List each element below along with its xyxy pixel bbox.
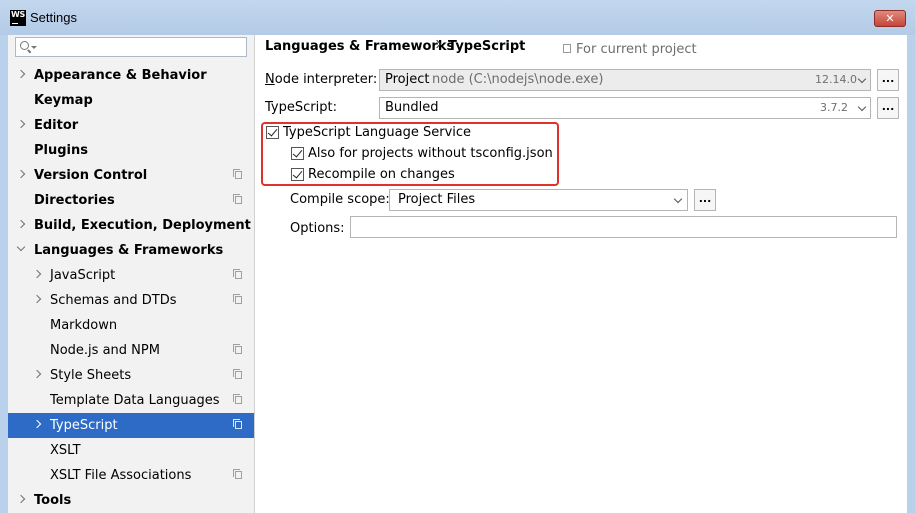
sidebar-item-version-control[interactable]: Version Control [8,163,254,188]
sidebar-item-build-execution-deployment[interactable]: Build, Execution, Deployment [8,213,254,238]
node-interpreter-label: Node interpreter: [265,72,378,87]
chevron-right-icon[interactable] [16,494,26,504]
sidebar-item-directories[interactable]: Directories [8,188,254,213]
options-input[interactable] [350,216,897,238]
breadcrumb-parent[interactable]: Languages & Frameworks [265,39,454,54]
options-label: Options: [290,221,345,236]
typescript-version-select[interactable]: Bundled 3.7.2 [379,97,871,119]
sidebar-item-label: Template Data Languages [50,393,220,408]
sidebar-item-label: Editor [34,118,79,133]
chevron-right-icon[interactable] [32,294,42,304]
sidebar-item-label: XSLT [50,443,81,458]
project-scope-icon [233,169,242,179]
node-interpreter-browse-button[interactable]: ... [877,69,899,91]
sidebar-item-markdown[interactable]: Markdown [8,313,254,338]
sidebar-item-label: Version Control [34,168,148,183]
project-scope-icon [233,294,242,304]
compile-scope-label: Compile scope: [290,192,390,207]
sidebar-item-label: Style Sheets [50,368,132,383]
chevron-right-icon[interactable] [16,69,26,79]
chevron-right-icon[interactable] [32,419,42,429]
settings-sidebar: Appearance & Behavior Keymap Editor Plugins… [8,35,255,513]
sidebar-item-label: Directories [34,193,115,208]
typescript-version: 3.7.2 [820,101,848,114]
sidebar-item-label: JavaScript [50,268,116,283]
search-options-chevron-icon[interactable] [31,46,37,49]
compile-scope-value: Project Files [398,192,476,207]
typescript-value: Bundled [385,100,439,115]
sidebar-item-appearance-behavior[interactable]: Appearance & Behavior [8,63,254,88]
sidebar-item-label: Schemas and DTDs [50,293,177,308]
sidebar-item-template-data-languages[interactable]: Template Data Languages [8,388,254,413]
search-icon [20,41,29,50]
sidebar-item-tools[interactable]: Tools [8,488,254,513]
annotation-highlight-box [261,122,559,186]
project-scope-icon [233,369,242,379]
interpreter-path: node (C:\nodejs\node.exe) [432,72,604,87]
sidebar-item-plugins[interactable]: Plugins [8,138,254,163]
project-scope-icon [233,419,242,429]
sidebar-item-style-sheets[interactable]: Style Sheets [8,363,254,388]
typescript-settings-panel: Languages & Frameworks TypeScript For cu… [255,35,907,513]
node-interpreter-select[interactable]: Project node (C:\nodejs\node.exe) 12.14.… [379,69,871,91]
settings-window: WS Settings ✕ Appearance & Behavior Keyma… [0,0,915,513]
typescript-label: TypeScript: [265,100,337,115]
chevron-right-icon[interactable] [16,169,26,179]
sidebar-item-schemas-and-dtds[interactable]: Schemas and DTDs [8,288,254,313]
compile-scope-select[interactable]: Project Files [389,189,688,211]
breadcrumb-current: TypeScript [448,39,526,54]
sidebar-item-node-js-and-npm[interactable]: Node.js and NPM [8,338,254,363]
chevron-down-icon [857,102,867,112]
scope-note: For current project [576,42,697,57]
chevron-right-icon[interactable] [32,269,42,279]
chevron-right-icon[interactable] [32,369,42,379]
window-title: Settings [30,10,77,25]
sidebar-item-label: Tools [34,493,72,508]
compile-scope-browse-button[interactable]: ... [694,189,716,211]
dialog-content: Appearance & Behavior Keymap Editor Plugins… [8,35,907,513]
sidebar-item-keymap[interactable]: Keymap [8,88,254,113]
project-scope-icon [233,269,242,279]
sidebar-item-label: Node.js and NPM [50,343,160,358]
webstorm-logo-icon: WS [10,10,26,26]
chevron-down-icon [857,74,867,84]
sidebar-item-label: TypeScript [50,418,118,433]
interpreter-version: 12.14.0 [815,73,857,86]
sidebar-item-languages-frameworks[interactable]: Languages & Frameworks [8,238,254,263]
project-scope-icon [563,44,571,53]
chevron-down-icon[interactable] [16,242,26,252]
sidebar-item-editor[interactable]: Editor [8,113,254,138]
close-button[interactable]: ✕ [874,10,906,27]
project-scope-icon [233,194,242,204]
sidebar-item-label: Appearance & Behavior [34,68,207,83]
chevron-right-icon[interactable] [16,219,26,229]
sidebar-item-javascript[interactable]: JavaScript [8,263,254,288]
sidebar-item-label: Plugins [34,143,88,158]
project-scope-icon [233,344,242,354]
sidebar-item-label: Build, Execution, Deployment [34,218,251,233]
sidebar-item-label: Keymap [34,93,93,108]
chevron-down-icon [673,194,683,204]
sidebar-item-typescript[interactable]: TypeScript [8,413,254,438]
sidebar-item-xslt-file-associations[interactable]: XSLT File Associations [8,463,254,488]
sidebar-item-label: Markdown [50,318,118,333]
typescript-browse-button[interactable]: ... [877,97,899,119]
project-scope-icon [233,394,242,404]
sidebar-item-label: Languages & Frameworks [34,243,224,258]
sidebar-item-xslt[interactable]: XSLT [8,438,254,463]
project-scope-icon [233,469,242,479]
title-bar: WS Settings ✕ [0,0,915,35]
chevron-right-icon[interactable] [16,119,26,129]
interpreter-kind: Project [385,72,430,87]
settings-search-input[interactable] [15,37,247,57]
sidebar-item-label: XSLT File Associations [50,468,192,483]
